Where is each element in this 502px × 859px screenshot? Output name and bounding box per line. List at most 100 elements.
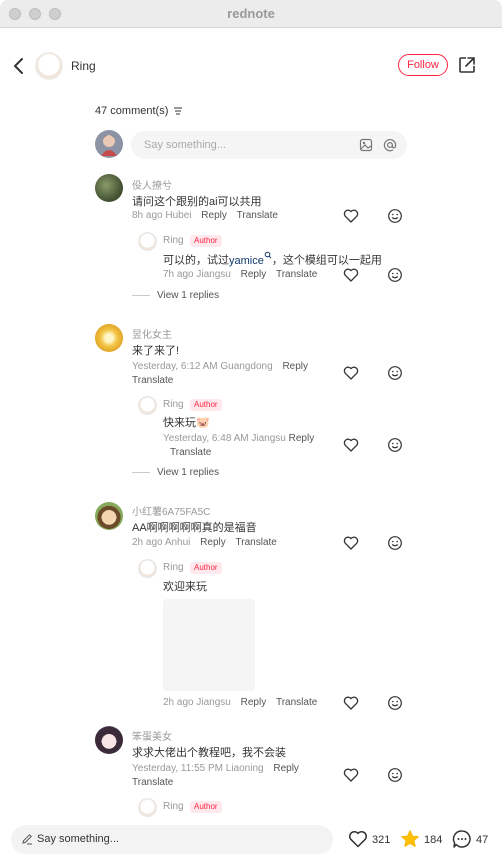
author-avatar[interactable] <box>35 52 63 80</box>
commenter-name[interactable]: 伇人撩兮 <box>132 177 172 192</box>
reply-button[interactable]: Reply <box>241 697 267 708</box>
image-icon[interactable] <box>359 138 373 152</box>
commenter-name[interactable]: 笨蛋美女 <box>132 728 172 743</box>
mention-search-icon <box>264 251 272 259</box>
heart-icon[interactable] <box>343 767 359 783</box>
reply-text-end: ，这个模组可以一起用 <box>271 254 382 267</box>
heart-icon[interactable] <box>343 437 359 453</box>
bottom-input-placeholder: Say something... <box>37 833 119 845</box>
chat-icon[interactable] <box>452 829 472 849</box>
heart-icon[interactable] <box>343 695 359 711</box>
star-icon[interactable] <box>400 829 420 849</box>
comment-count-bottom: 47 <box>476 834 489 846</box>
reply-avatar[interactable] <box>138 396 157 415</box>
comment-time-location: 2h ago Anhui <box>132 537 191 548</box>
reply-avatar[interactable] <box>138 232 157 251</box>
comment-input-placeholder: Say something... <box>144 139 226 151</box>
commenter-avatar[interactable] <box>95 324 123 352</box>
my-avatar <box>95 130 123 158</box>
emoji-icon[interactable] <box>387 767 403 783</box>
translate-button[interactable]: Translate <box>170 447 211 458</box>
comment-text: 请问这个跟别的ai可以共用 <box>132 196 262 208</box>
window-title: rednote <box>227 6 275 21</box>
comment-time-location: 8h ago Hubei <box>132 210 192 221</box>
emoji-icon[interactable] <box>387 267 403 283</box>
author-name[interactable]: Ring <box>71 59 96 73</box>
reply-author-name[interactable]: Ring <box>163 801 184 812</box>
window-titlebar: rednote <box>0 0 502 28</box>
reply-meta: 2h ago Jiangsu Reply Translate <box>163 697 317 708</box>
reply-text-start: 可以的，试过 <box>163 254 229 267</box>
comment-time-location: Yesterday, 6:12 AM Guangdong <box>132 361 273 372</box>
reply-avatar[interactable] <box>138 559 157 578</box>
commenter-name[interactable]: 小红薯6A75FA5C <box>132 503 210 518</box>
reply-time-location: 2h ago Jiangsu <box>163 697 231 708</box>
comment-text: AA啊啊啊啊啊真的是福音 <box>132 522 257 534</box>
translate-button[interactable]: Translate <box>236 537 277 548</box>
reply-button[interactable]: Reply <box>282 361 308 372</box>
bottom-comment-input[interactable]: Say something... <box>11 825 333 854</box>
comment-meta: Yesterday, 6:12 AM Guangdong Reply Trans… <box>132 360 332 388</box>
emoji-icon[interactable] <box>387 695 403 711</box>
comment-meta: 2h ago Anhui Reply Translate <box>132 537 277 548</box>
reply-button[interactable]: Reply <box>289 433 315 444</box>
reply-meta: Yesterday, 6:48 AM Jiangsu Reply Transla… <box>163 432 343 460</box>
author-badge: Author <box>190 399 222 411</box>
heart-icon[interactable] <box>343 267 359 283</box>
share-icon[interactable] <box>458 56 476 74</box>
heart-icon[interactable] <box>343 365 359 381</box>
back-icon[interactable] <box>12 56 26 76</box>
comment-time-location: Yesterday, 11:55 PM Liaoning <box>132 763 264 774</box>
emoji-icon[interactable] <box>387 208 403 224</box>
reply-button[interactable]: Reply <box>273 763 299 774</box>
emoji-icon[interactable] <box>387 535 403 551</box>
at-icon[interactable] <box>383 138 397 152</box>
author-badge: Author <box>190 235 222 247</box>
user-mention[interactable]: yamice <box>229 251 272 267</box>
reply-avatar[interactable] <box>138 798 157 817</box>
comment-text: 求求大佬出个教程吧，我不会装 <box>132 747 286 759</box>
reply-button[interactable]: Reply <box>201 210 227 221</box>
heart-icon[interactable] <box>343 535 359 551</box>
translate-button[interactable]: Translate <box>276 697 317 708</box>
reply-button[interactable]: Reply <box>200 537 226 548</box>
reply-author-name[interactable]: Ring <box>163 399 184 410</box>
follow-button[interactable]: Follow <box>398 54 448 76</box>
reply-text: 快来玩🐷 <box>163 417 210 429</box>
emoji-icon[interactable] <box>387 365 403 381</box>
comment-count-label: 47 comment(s) <box>95 105 169 117</box>
view-replies-link[interactable]: View 1 replies <box>132 467 219 478</box>
commenter-avatar[interactable] <box>95 502 123 530</box>
reply-time-location: 7h ago Jiangsu <box>163 269 231 280</box>
view-replies-link[interactable]: View 1 replies <box>132 290 219 301</box>
bottom-action-bar: Say something... 321 184 47 <box>0 820 502 859</box>
comment-meta: 8h ago Hubei Reply Translate <box>132 210 278 221</box>
sort-icon[interactable] <box>173 107 183 115</box>
translate-button[interactable]: Translate <box>276 269 317 280</box>
reply-image[interactable] <box>163 599 255 691</box>
reply-time-location: Yesterday, 6:48 AM Jiangsu <box>163 433 286 444</box>
heart-icon[interactable] <box>348 829 368 849</box>
comment-input[interactable]: Say something... <box>131 131 407 159</box>
reply-button[interactable]: Reply <box>241 269 267 280</box>
post-header: Ring Follow <box>0 28 502 106</box>
commenter-avatar[interactable] <box>95 174 123 202</box>
collect-count: 184 <box>424 834 443 846</box>
emoji-icon[interactable] <box>387 437 403 453</box>
comment-count: 47 comment(s) <box>95 105 183 117</box>
reply-author-name[interactable]: Ring <box>163 235 184 246</box>
author-badge: Author <box>190 562 222 574</box>
like-count: 321 <box>372 834 391 846</box>
reply-author-name[interactable]: Ring <box>163 562 184 573</box>
translate-button[interactable]: Translate <box>132 375 173 386</box>
heart-icon[interactable] <box>343 208 359 224</box>
translate-button[interactable]: Translate <box>132 777 173 788</box>
commenter-name[interactable]: 昱化女主 <box>132 326 172 341</box>
comment-text: 来了来了! <box>132 345 180 357</box>
comment-meta: Yesterday, 11:55 PM Liaoning Reply Trans… <box>132 762 332 790</box>
pen-icon <box>22 834 32 845</box>
reply-meta: 7h ago Jiangsu Reply Translate <box>163 269 317 280</box>
translate-button[interactable]: Translate <box>237 210 278 221</box>
commenter-avatar[interactable] <box>95 726 123 754</box>
reply-text: 可以的，试过yamice ，这个模组可以一起用 <box>163 251 382 268</box>
